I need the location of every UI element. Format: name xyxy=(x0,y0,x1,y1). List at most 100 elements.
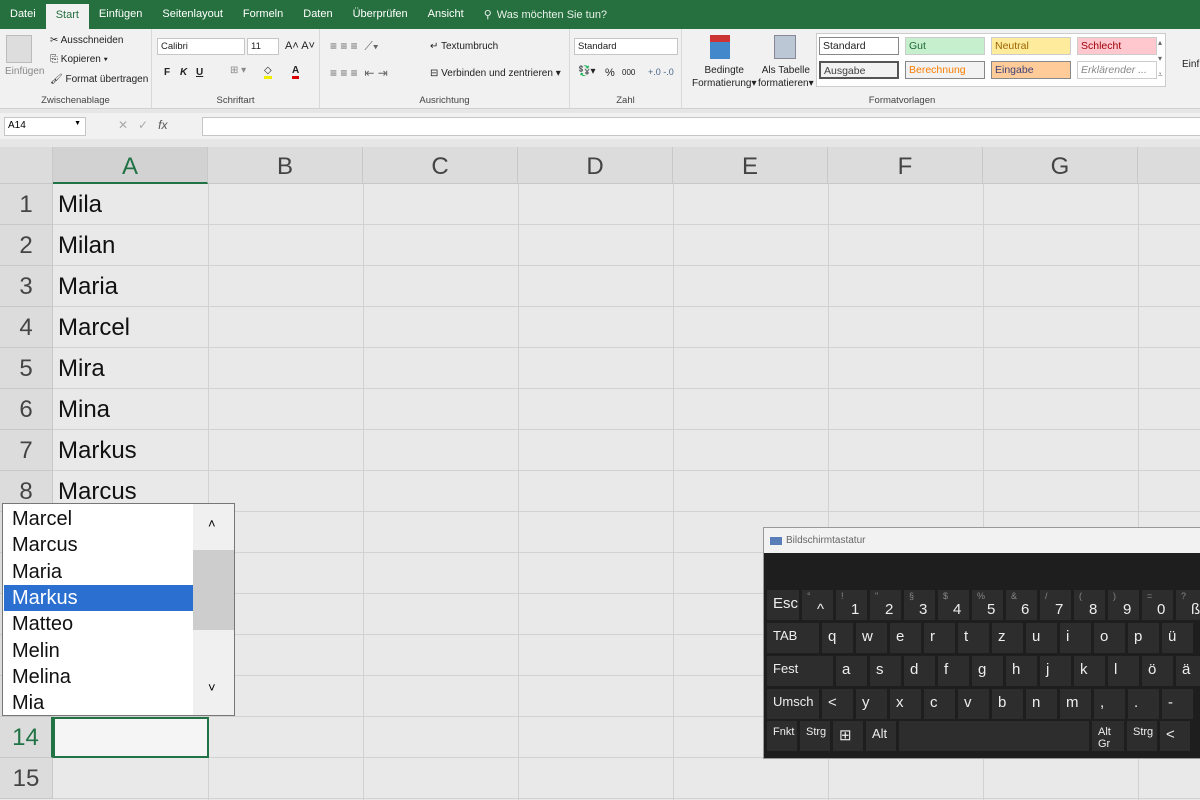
row-header-3[interactable]: 3 xyxy=(0,266,53,307)
cell-A2[interactable]: Milan xyxy=(58,225,115,266)
cell-A1[interactable]: Mila xyxy=(58,184,102,225)
align-horizontal-icons[interactable]: ≡ ≡ ≡ ⇤ ⇥ xyxy=(330,66,388,80)
key[interactable]: e xyxy=(890,623,921,653)
style-4[interactable]: Ausgabe xyxy=(819,61,899,79)
cell-A5[interactable]: Mira xyxy=(58,348,105,389)
key[interactable]: Alt xyxy=(866,721,896,751)
keyboard-titlebar[interactable]: Bildschirmtastatur xyxy=(764,528,1200,553)
key[interactable]: Alt Gr xyxy=(1092,721,1124,751)
style-1[interactable]: Gut xyxy=(905,37,985,55)
dropdown-item[interactable]: Melin xyxy=(4,638,193,664)
style-2[interactable]: Neutral xyxy=(991,37,1071,55)
key[interactable]: y xyxy=(856,689,887,719)
column-header-F[interactable]: F xyxy=(828,147,983,184)
tab-7[interactable]: Ansicht xyxy=(418,0,474,29)
merge-button[interactable]: ⊟ Verbinden und zentrieren ▾ xyxy=(430,68,561,79)
underline-button[interactable]: U xyxy=(196,67,203,78)
cell-A4[interactable]: Marcel xyxy=(58,307,130,348)
tab-3[interactable]: Seitenlayout xyxy=(152,0,233,29)
format-as-table-button[interactable]: Als Tabelle formatieren▾ xyxy=(758,64,814,90)
font-color-icon[interactable]: A xyxy=(292,65,300,79)
fill-color-icon[interactable]: ◇ xyxy=(264,65,272,79)
dropdown-item[interactable]: Maria xyxy=(4,559,193,585)
key[interactable]: TAB xyxy=(767,623,819,653)
key[interactable]: k xyxy=(1074,656,1105,686)
key[interactable]: l xyxy=(1108,656,1139,686)
border-icon[interactable]: ⊞ ▾ xyxy=(230,65,246,76)
column-header-E[interactable]: E xyxy=(673,147,828,184)
percent-button[interactable]: % xyxy=(605,67,615,79)
key[interactable]: q xyxy=(822,623,853,653)
key[interactable]: u xyxy=(1026,623,1057,653)
tab-6[interactable]: Überprüfen xyxy=(343,0,418,29)
key[interactable]: & 6 xyxy=(1006,590,1037,620)
key[interactable]: ä xyxy=(1176,656,1200,686)
key[interactable]: n xyxy=(1026,689,1057,719)
paste-button[interactable]: Einfügen xyxy=(5,66,44,77)
dropdown-item[interactable]: Mia xyxy=(4,690,193,716)
style-0[interactable]: Standard xyxy=(819,37,899,55)
key[interactable]: ⊞ xyxy=(833,721,863,751)
key[interactable]: - xyxy=(1162,689,1193,719)
decimal-icons[interactable]: +.0 -.0 xyxy=(648,67,674,77)
row-header-6[interactable]: 6 xyxy=(0,389,53,430)
key[interactable]: (8 xyxy=(1074,590,1105,620)
align-icons[interactable]: ≡ ≡ ≡ ⟋▾ xyxy=(330,39,379,54)
key[interactable]: , xyxy=(1094,689,1125,719)
dropdown-item[interactable]: Markus xyxy=(4,584,193,611)
copy-button[interactable]: ⎘ Kopieren ▾ xyxy=(50,54,108,65)
cell-A3[interactable]: Maria xyxy=(58,266,118,307)
key[interactable]: i xyxy=(1060,623,1091,653)
key[interactable]: ) 9 xyxy=(1108,590,1139,620)
cut-button[interactable]: ✂ Ausschneiden xyxy=(50,35,123,46)
scrollbar-thumb[interactable] xyxy=(193,550,234,630)
row-header-1[interactable]: 1 xyxy=(0,184,53,225)
key[interactable]: w xyxy=(856,623,887,653)
active-cell-A14[interactable] xyxy=(53,717,209,758)
font-name-select[interactable]: Calibri xyxy=(157,38,245,55)
style-7[interactable]: Erklärender ... xyxy=(1077,61,1157,79)
key[interactable]: < xyxy=(1160,721,1190,751)
key[interactable]: Fnkt xyxy=(767,721,797,751)
column-header-C[interactable]: C xyxy=(363,147,518,184)
key[interactable]: g xyxy=(972,656,1003,686)
key[interactable]: § 3 xyxy=(904,590,935,620)
style-5[interactable]: Berechnung xyxy=(905,61,985,79)
tab-0[interactable]: Datei xyxy=(0,0,46,29)
dropdown-item[interactable]: Melina xyxy=(4,664,193,690)
dropdown-item[interactable]: Marcel xyxy=(4,506,193,532)
key[interactable]: d xyxy=(904,656,935,686)
column-header-A[interactable]: A xyxy=(53,147,208,184)
column-header-extra[interactable] xyxy=(1138,147,1200,184)
column-header-G[interactable]: G xyxy=(983,147,1138,184)
row-header-5[interactable]: 5 xyxy=(0,348,53,389)
key[interactable]: ! 1 xyxy=(836,590,867,620)
insert-cells-button[interactable]: Einf xyxy=(1182,59,1199,70)
key[interactable]: b xyxy=(992,689,1023,719)
key[interactable]: Esc xyxy=(767,590,799,620)
row-header-15[interactable]: 15 xyxy=(0,758,53,799)
key[interactable]: " 2 xyxy=(870,590,901,620)
name-box[interactable]: A14 ▼ xyxy=(4,117,86,136)
key[interactable]: . xyxy=(1128,689,1159,719)
currency-icon[interactable]: 💱▾ xyxy=(578,66,595,77)
gallery-scroll[interactable]: ▴ ▾ ⩡ xyxy=(1158,35,1170,85)
style-3[interactable]: Schlecht xyxy=(1077,37,1157,55)
key[interactable]: ? ß xyxy=(1176,590,1200,620)
key[interactable]: s xyxy=(870,656,901,686)
key[interactable]: Umsch xyxy=(767,689,819,719)
key[interactable]: ö xyxy=(1142,656,1173,686)
cell-A7[interactable]: Markus xyxy=(58,430,137,471)
tab-1[interactable]: Start xyxy=(45,4,89,29)
key[interactable]: f xyxy=(938,656,969,686)
key[interactable]: x xyxy=(890,689,921,719)
thousands-button[interactable]: 000 xyxy=(622,68,635,77)
row-header-4[interactable]: 4 xyxy=(0,307,53,348)
column-header-D[interactable]: D xyxy=(518,147,673,184)
row-header-2[interactable]: 2 xyxy=(0,225,53,266)
formula-buttons[interactable]: ✕ ✓ fx xyxy=(118,118,167,132)
dropdown-item[interactable]: Matteo xyxy=(4,611,193,637)
scroll-up-icon[interactable]: ˄ xyxy=(208,516,216,531)
select-all-corner[interactable] xyxy=(0,147,53,184)
key[interactable]: Strg xyxy=(1127,721,1157,751)
